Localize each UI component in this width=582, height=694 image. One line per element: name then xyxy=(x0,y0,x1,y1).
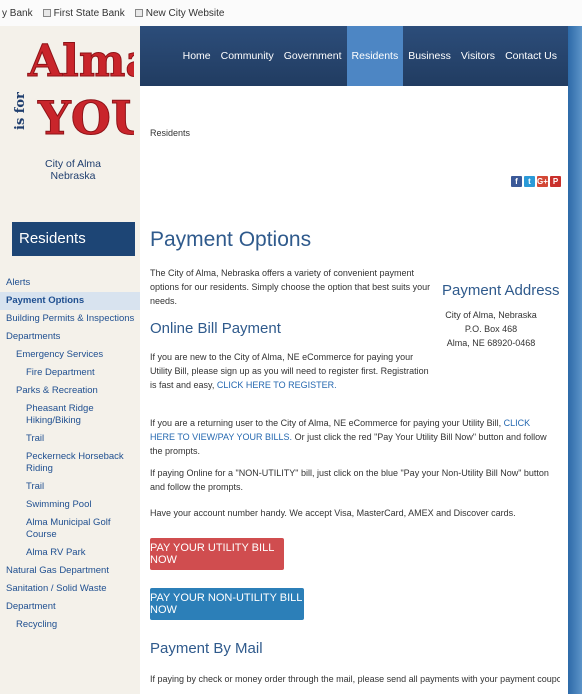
bookmark-label: New City Website xyxy=(145,7,225,19)
nav-visitors[interactable]: Visitors xyxy=(456,26,500,86)
address-line-2: P.O. Box 468 xyxy=(464,324,518,334)
svg-text:is for: is for xyxy=(13,92,28,130)
alma-logo[interactable]: Alma YOU! is for xyxy=(12,30,134,152)
bookmark-label: y Bank xyxy=(2,7,33,19)
sidebar-item-alerts[interactable]: Alerts xyxy=(0,274,140,292)
sidebar-item-department[interactable]: Department xyxy=(0,598,140,616)
bookmark-first-state-bank[interactable]: First State Bank xyxy=(42,7,125,19)
sidebar-item-emergency-services[interactable]: Emergency Services xyxy=(0,346,140,364)
nav-contact-us[interactable]: Contact Us xyxy=(500,26,562,86)
bookmark-bank[interactable]: y Bank xyxy=(2,8,33,19)
sidebar-item-payment-options[interactable]: Payment Options xyxy=(0,292,140,310)
pinterest-icon[interactable]: P xyxy=(550,176,561,187)
online-bill-heading: Online Bill Payment xyxy=(150,320,281,337)
bookmark-icon xyxy=(134,9,143,17)
sidebar-item-fire-department[interactable]: Fire Department xyxy=(0,364,140,382)
city-name: City of Alma Nebraska xyxy=(12,158,134,182)
sidebar-item-alma-municipal-golf-course[interactable]: Alma Municipal Golf Course xyxy=(0,514,140,544)
state-line: Nebraska xyxy=(50,170,96,182)
nav-community[interactable]: Community xyxy=(216,26,279,86)
svg-text:Alma: Alma xyxy=(27,36,134,87)
sidebar-item-trail[interactable]: Trail xyxy=(0,430,140,448)
google-plus-icon[interactable]: G+ xyxy=(537,176,548,187)
payment-by-mail-heading: Payment By Mail xyxy=(150,640,263,657)
sidebar-item-swimming-pool[interactable]: Swimming Pool xyxy=(0,496,140,514)
sidebar-item-building-permits-inspections[interactable]: Building Permits & Inspections xyxy=(0,310,140,328)
city-line: City of Alma xyxy=(44,158,102,170)
address-line-1: City of Alma, Nebraska xyxy=(445,310,537,320)
breadcrumb[interactable]: Residents xyxy=(150,128,190,138)
sidebar-item-pheasant-ridge-hiking-biking[interactable]: Pheasant Ridge Hiking/Biking xyxy=(0,400,140,430)
nav-home[interactable]: Home xyxy=(178,26,216,86)
nav-business[interactable]: Business xyxy=(403,26,456,86)
new-user-text: If you are new to the City of Alma, NE e… xyxy=(150,350,435,392)
sidebar-title: Residents xyxy=(12,222,135,256)
pay-non-utility-bill-button[interactable]: PAY YOUR NON-UTILITY BILL NOW xyxy=(150,588,304,620)
sidebar-item-peckerneck-horseback-riding[interactable]: Peckerneck Horseback Riding xyxy=(0,448,140,478)
bookmark-new-city-website[interactable]: New City Website xyxy=(134,7,225,19)
non-utility-text: If paying Online for a "NON-UTILITY" bil… xyxy=(150,468,549,492)
returning-copy: If you are a returning user to the City … xyxy=(150,418,502,428)
sidebar-item-departments[interactable]: Departments xyxy=(0,328,140,346)
bookmark-label: First State Bank xyxy=(53,7,125,19)
facebook-icon[interactable]: f xyxy=(511,176,522,187)
svg-text:YOU!: YOU! xyxy=(37,91,134,145)
social-icons: f t G+ P xyxy=(511,176,561,187)
register-link[interactable]: CLICK HERE TO REGISTER. xyxy=(217,380,337,390)
pay-utility-bill-button[interactable]: PAY YOUR UTILITY BILL NOW xyxy=(150,538,284,570)
intro-text: The City of Alma, Nebraska offers a vari… xyxy=(150,268,431,306)
bookmarks-bar: y Bank First State Bank New City Website xyxy=(0,0,582,26)
mail-text: If paying by check or money order throug… xyxy=(150,674,560,684)
payment-address: City of Alma, Nebraska P.O. Box 468 Alma… xyxy=(437,308,545,350)
sidebar-item-recycling[interactable]: Recycling xyxy=(0,616,140,634)
sidebar-item-alma-rv-park[interactable]: Alma RV Park xyxy=(0,544,140,562)
bookmark-icon xyxy=(42,9,51,17)
twitter-icon[interactable]: t xyxy=(524,176,535,187)
sidebar-item-sanitation-solid-waste[interactable]: Sanitation / Solid Waste xyxy=(0,580,140,598)
accepted-cards-text: Have your account number handy. We accep… xyxy=(150,508,516,518)
sidebar-nav: Alerts Payment Options Building Permits & … xyxy=(0,274,140,634)
address-line-3: Alma, NE 68920-0468 xyxy=(446,338,536,348)
main-nav: Home Community Government Residents Business… xyxy=(140,26,568,86)
sidebar-item-trail[interactable]: Trail xyxy=(0,478,140,496)
sidebar-item-natural-gas-department[interactable]: Natural Gas Department xyxy=(0,562,140,580)
page-title: Payment Options xyxy=(150,228,312,251)
right-decorative-strip xyxy=(568,26,582,694)
sidebar-item-parks-recreation[interactable]: Parks & Recreation xyxy=(0,382,140,400)
returning-user-text: If you are a returning user to the City … xyxy=(150,416,555,458)
nav-residents[interactable]: Residents xyxy=(346,26,404,86)
payment-address-heading: Payment Address xyxy=(442,282,560,299)
nav-government[interactable]: Government xyxy=(279,26,347,86)
